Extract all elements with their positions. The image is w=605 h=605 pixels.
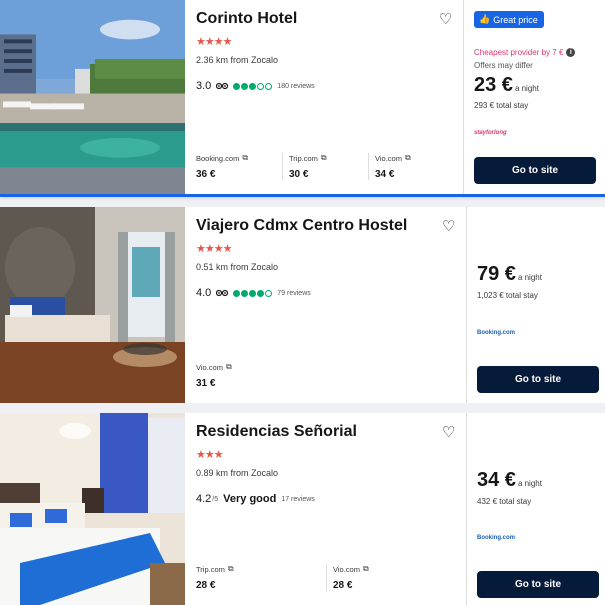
provider-price: 36 € bbox=[196, 169, 216, 180]
rating-dots bbox=[233, 289, 273, 297]
offers-differ-note: Offers may differ bbox=[474, 61, 533, 70]
provider-offer[interactable]: Trip.com ⧉ 28 € bbox=[196, 564, 326, 591]
provider-price: 30 € bbox=[289, 169, 309, 180]
provider-list: Trip.com ⧉ 28 € Vio.com ⧉ 28 € bbox=[196, 564, 458, 591]
hotel-card[interactable]: Viajero Cdmx Centro Hostel ★★★★ 0.51 km … bbox=[0, 207, 605, 403]
price-value: 34 € bbox=[477, 469, 516, 491]
hotel-card[interactable]: Residencias Señorial ★★★ 0.89 km from Zo… bbox=[0, 413, 605, 605]
price-panel: 34 € a night 432 € total stay Booking.com… bbox=[466, 413, 605, 605]
go-to-site-button[interactable]: Go to site bbox=[474, 157, 596, 184]
heart-icon[interactable]: ♡ bbox=[442, 425, 455, 440]
hotel-stars: ★★★★ bbox=[196, 243, 232, 255]
hotel-name[interactable]: Viajero Cdmx Centro Hostel bbox=[196, 217, 407, 235]
rating-score: 4.0 bbox=[196, 287, 212, 299]
review-count: 79 reviews bbox=[277, 289, 311, 297]
heart-icon[interactable]: ♡ bbox=[442, 219, 455, 234]
provider-price: 34 € bbox=[375, 169, 395, 180]
provider-name: Trip.com bbox=[196, 564, 225, 574]
badge-label: Great price bbox=[493, 14, 538, 25]
go-to-site-button[interactable]: Go to site bbox=[477, 366, 599, 393]
hotel-photo[interactable] bbox=[0, 0, 185, 194]
provider-offer[interactable]: Vio.com ⧉ 28 € bbox=[326, 564, 456, 591]
provider-name: Booking.com bbox=[196, 153, 240, 163]
external-link-icon: ⧉ bbox=[320, 153, 327, 162]
provider-offer[interactable]: Booking.com ⧉ 36 € bbox=[196, 153, 282, 180]
provider-offer[interactable]: Vio.com ⧉ 34 € bbox=[368, 153, 454, 180]
provider-offer[interactable]: Vio.com ⧉ 31 € bbox=[196, 362, 282, 389]
provider-name: Vio.com bbox=[333, 564, 360, 574]
external-link-icon: ⧉ bbox=[242, 153, 249, 162]
hotel-card[interactable]: Corinto Hotel ★★★★ 2.36 km from Zocalo 3… bbox=[0, 0, 605, 197]
cheapest-text: Cheapest provider by 7 € bbox=[474, 48, 564, 57]
nightly-price: 79 € a night bbox=[477, 263, 542, 286]
provider-list: Booking.com ⧉ 36 € Trip.com ⧉ 30 € Vio.com… bbox=[196, 153, 458, 180]
hotel-distance: 0.51 km from Zocalo bbox=[196, 262, 279, 272]
tripadvisor-owl-icon bbox=[216, 82, 229, 90]
hotel-name[interactable]: Corinto Hotel bbox=[196, 10, 297, 28]
provider-price: 28 € bbox=[333, 580, 353, 591]
review-count: 17 reviews bbox=[281, 495, 315, 503]
rating-dots bbox=[233, 82, 273, 90]
heart-icon[interactable]: ♡ bbox=[439, 12, 452, 27]
provider-logo: Booking.com bbox=[477, 330, 516, 336]
nightly-price: 34 € a night bbox=[477, 469, 542, 492]
rating-score: 4.2 bbox=[196, 493, 212, 505]
great-price-badge: 👍 Great price bbox=[474, 11, 544, 28]
hotel-info: Viajero Cdmx Centro Hostel ★★★★ 0.51 km … bbox=[196, 207, 458, 403]
per-night-label: a night bbox=[517, 273, 542, 282]
external-link-icon: ⧉ bbox=[225, 362, 232, 371]
thumbs-up-icon: 👍 bbox=[479, 14, 491, 24]
price-panel: 79 € a night 1,023 € total stay Booking.c… bbox=[466, 207, 605, 403]
total-stay: 293 € total stay bbox=[474, 101, 529, 110]
hotel-stars: ★★★★ bbox=[196, 36, 232, 48]
go-to-site-button[interactable]: Go to site bbox=[477, 571, 599, 598]
provider-logo: stayforlong bbox=[474, 130, 507, 136]
tripadvisor-owl-icon bbox=[216, 289, 229, 297]
provider-list: Vio.com ⧉ 31 € bbox=[196, 362, 458, 389]
per-night-label: a night bbox=[514, 84, 539, 93]
hotel-distance: 0.89 km from Zocalo bbox=[196, 468, 279, 478]
provider-name: Vio.com bbox=[196, 362, 223, 372]
provider-name: Vio.com bbox=[375, 153, 402, 163]
hotel-stars: ★★★ bbox=[196, 449, 224, 461]
hotel-info: Corinto Hotel ★★★★ 2.36 km from Zocalo 3… bbox=[196, 0, 458, 194]
provider-price: 28 € bbox=[196, 580, 216, 591]
provider-offer[interactable]: Trip.com ⧉ 30 € bbox=[282, 153, 368, 180]
external-link-icon: ⧉ bbox=[404, 153, 411, 162]
external-link-icon: ⧉ bbox=[227, 564, 234, 573]
nightly-price: 23 € a night bbox=[474, 74, 539, 97]
total-stay: 1,023 € total stay bbox=[477, 291, 538, 300]
cheapest-note: Cheapest provider by 7 € i bbox=[474, 48, 576, 57]
hotel-photo[interactable] bbox=[0, 207, 185, 403]
provider-logo: Booking.com bbox=[477, 535, 516, 541]
rating-label: Very good bbox=[223, 493, 277, 505]
price-panel: 👍 Great price Cheapest provider by 7 € i O… bbox=[463, 0, 603, 194]
hotel-name[interactable]: Residencias Señorial bbox=[196, 423, 357, 441]
rating-out-of: /5 bbox=[212, 495, 219, 503]
pool-photo bbox=[0, 0, 185, 194]
hotel-rating[interactable]: 4.0 79 reviews bbox=[196, 287, 311, 299]
price-value: 23 € bbox=[474, 74, 513, 96]
provider-name: Trip.com bbox=[289, 153, 318, 163]
review-count: 180 reviews bbox=[277, 82, 315, 90]
total-stay: 432 € total stay bbox=[477, 497, 532, 506]
hotel-rating[interactable]: 4.2 /5 Very good 17 reviews bbox=[196, 493, 315, 505]
external-link-icon: ⧉ bbox=[362, 564, 369, 573]
per-night-label: a night bbox=[517, 479, 542, 488]
bedroom-photo bbox=[0, 413, 185, 605]
hotel-distance: 2.36 km from Zocalo bbox=[196, 55, 279, 65]
hotel-rating[interactable]: 3.0 180 reviews bbox=[196, 80, 315, 92]
room-photo bbox=[0, 207, 185, 403]
info-icon[interactable]: i bbox=[566, 48, 576, 57]
price-value: 79 € bbox=[477, 263, 516, 285]
rating-score: 3.0 bbox=[196, 80, 212, 92]
provider-price: 31 € bbox=[196, 378, 216, 389]
hotel-info: Residencias Señorial ★★★ 0.89 km from Zo… bbox=[196, 413, 458, 605]
hotel-photo[interactable] bbox=[0, 413, 185, 605]
